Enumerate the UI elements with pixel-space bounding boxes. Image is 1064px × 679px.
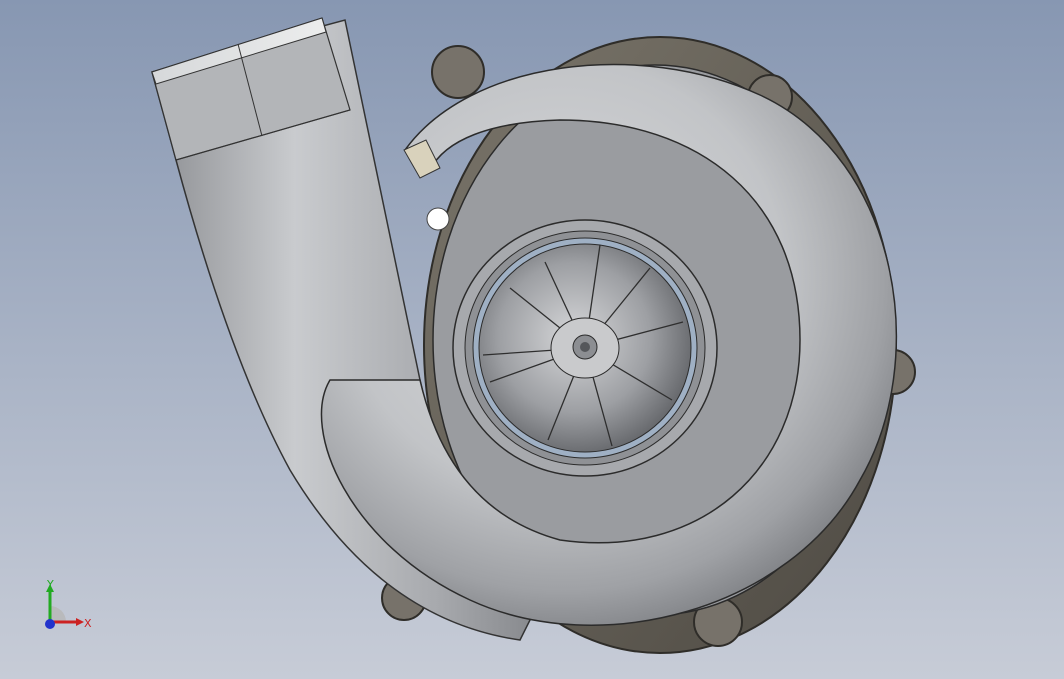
z-axis-icon <box>45 619 55 629</box>
x-axis-label: X <box>84 617 92 630</box>
model-canvas[interactable] <box>0 0 1064 679</box>
compressor-wheel-assembly <box>452 219 718 477</box>
mounting-hole <box>426 207 450 231</box>
flange-lug-top-left <box>431 45 485 99</box>
graphics-viewport[interactable]: Y X <box>0 0 1064 679</box>
coordinate-triad: Y X <box>45 578 92 630</box>
y-axis-label: Y <box>46 578 54 591</box>
